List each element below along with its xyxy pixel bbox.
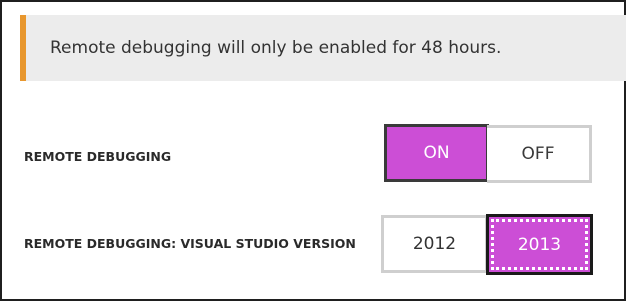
notice-text: Remote debugging will only be enabled fo… [50, 38, 502, 58]
info-notice: Remote debugging will only be enabled fo… [20, 15, 626, 81]
vs-version-2012-button[interactable]: 2012 [381, 215, 488, 273]
vs-version-2013-button[interactable]: 2013 [486, 214, 593, 275]
remote-debugging-label: REMOTE DEBUGGING [24, 149, 172, 164]
settings-panel: Remote debugging will only be enabled fo… [0, 0, 626, 301]
remote-debugging-off-button[interactable]: OFF [487, 125, 592, 183]
vs-version-label: REMOTE DEBUGGING: VISUAL STUDIO VERSION [24, 236, 356, 251]
remote-debugging-on-button[interactable]: ON [384, 124, 489, 182]
